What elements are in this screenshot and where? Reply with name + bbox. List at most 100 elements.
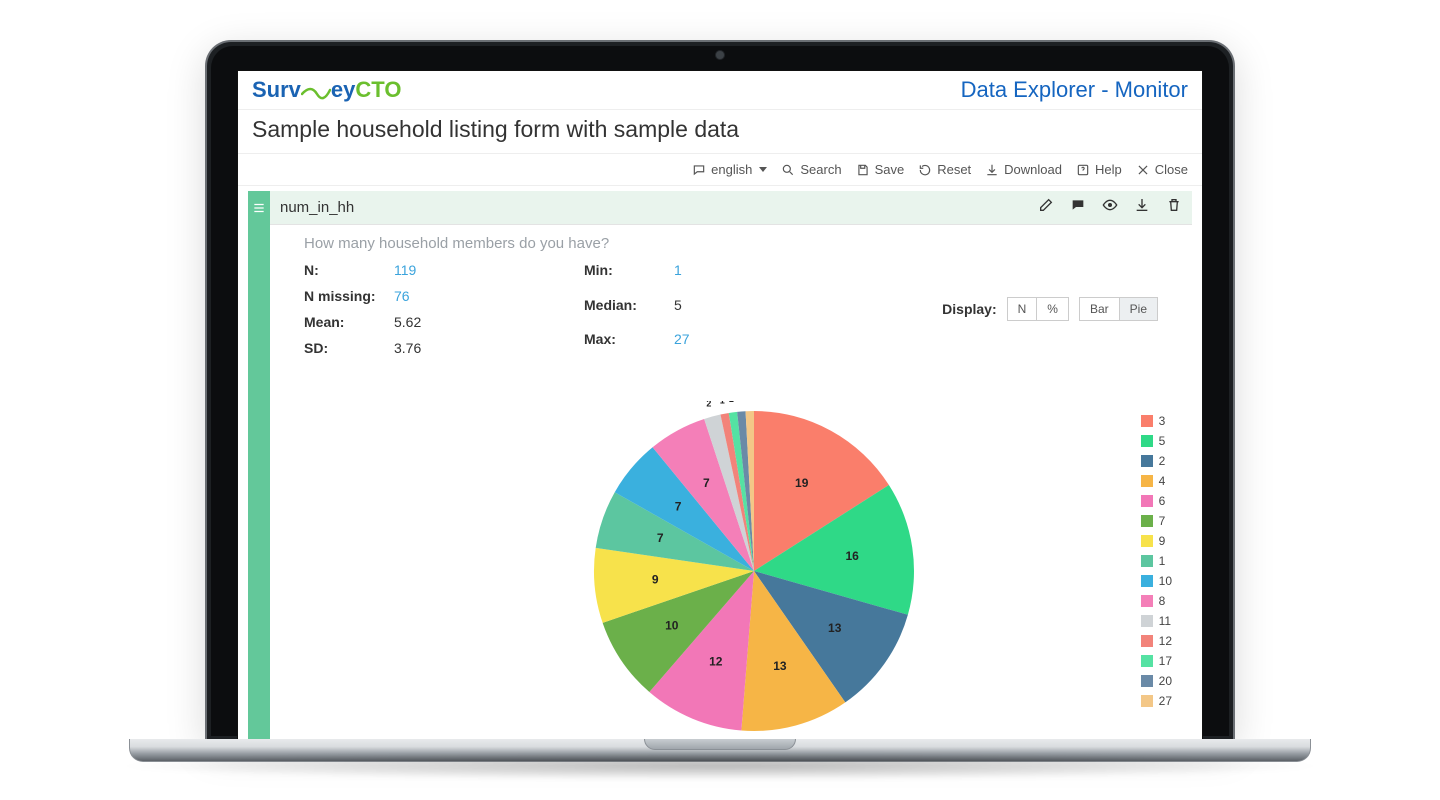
- pie-slice-label: 1: [747, 401, 752, 403]
- reset-label: Reset: [937, 162, 971, 177]
- save-icon: [856, 163, 870, 177]
- legend-swatch: [1141, 495, 1153, 507]
- stat-sd-label: SD:: [304, 340, 394, 356]
- legend-swatch: [1141, 595, 1153, 607]
- display-control: Display: N % Bar Pie: [942, 262, 1158, 356]
- download-button[interactable]: Download: [985, 162, 1062, 177]
- stat-max-value[interactable]: 27: [674, 331, 744, 356]
- legend-item[interactable]: 1: [1141, 551, 1172, 571]
- pie-slice-label: 7: [703, 476, 710, 490]
- comment-button[interactable]: [1070, 197, 1086, 218]
- display-pct-button[interactable]: %: [1037, 297, 1069, 321]
- stats-right: Min: 1 Median: 5 Max: 27: [584, 262, 744, 356]
- save-label: Save: [875, 162, 905, 177]
- save-button[interactable]: Save: [856, 162, 905, 177]
- stat-median-value: 5: [674, 297, 744, 322]
- stat-nmissing-value[interactable]: 76: [394, 288, 464, 304]
- help-icon: [1076, 163, 1090, 177]
- pie-slice-label: 1: [729, 401, 734, 404]
- legend-label: 7: [1159, 511, 1166, 531]
- pie-slice-label: 1: [720, 401, 725, 406]
- legend-label: 5: [1159, 431, 1166, 451]
- stat-median-label: Median:: [584, 297, 674, 322]
- legend-item[interactable]: 6: [1141, 491, 1172, 511]
- edit-button[interactable]: [1038, 197, 1054, 218]
- brand-cto: CTO: [355, 77, 401, 102]
- legend-label: 12: [1159, 631, 1172, 651]
- toolbar: english Search Save Reset Downloa: [238, 154, 1202, 186]
- comment-icon: [1070, 197, 1086, 213]
- legend-label: 8: [1159, 591, 1166, 611]
- sub-bar: Sample household listing form with sampl…: [238, 110, 1202, 154]
- help-button[interactable]: Help: [1076, 162, 1122, 177]
- field-download-button[interactable]: [1134, 197, 1150, 218]
- display-pie-button[interactable]: Pie: [1120, 297, 1158, 321]
- field-sidebar-handle[interactable]: [248, 191, 270, 739]
- legend-label: 6: [1159, 491, 1166, 511]
- language-dropdown[interactable]: english: [692, 162, 767, 177]
- legend-item[interactable]: 5: [1141, 431, 1172, 451]
- page-title: Data Explorer - Monitor: [961, 77, 1188, 103]
- legend-swatch: [1141, 575, 1153, 587]
- display-label: Display:: [942, 301, 996, 317]
- pie-slice-label: 13: [773, 659, 787, 673]
- legend-label: 17: [1159, 651, 1172, 671]
- legend-item[interactable]: 3: [1141, 411, 1172, 431]
- legend-swatch: [1141, 515, 1153, 527]
- legend-swatch: [1141, 555, 1153, 567]
- display-n-button[interactable]: N: [1007, 297, 1038, 321]
- legend-item[interactable]: 20: [1141, 671, 1172, 691]
- close-label: Close: [1155, 162, 1188, 177]
- pie-slice-label: 7: [657, 531, 664, 545]
- legend-swatch: [1141, 535, 1153, 547]
- stat-min-value[interactable]: 1: [674, 262, 744, 287]
- legend-label: 9: [1159, 531, 1166, 551]
- reset-icon: [918, 163, 932, 177]
- visibility-button[interactable]: [1102, 197, 1118, 218]
- legend-swatch: [1141, 615, 1153, 627]
- field-header: num_in_hh: [270, 191, 1192, 225]
- menu-icon: [252, 201, 266, 215]
- download-label: Download: [1004, 162, 1062, 177]
- form-title: Sample household listing form with sampl…: [252, 116, 1188, 143]
- brand-logo: Surv eyCTO: [252, 77, 401, 103]
- pie-slice-label: 9: [652, 572, 659, 586]
- legend-item[interactable]: 8: [1141, 591, 1172, 611]
- field-question: How many household members do you have?: [270, 225, 1192, 262]
- language-label: english: [711, 162, 752, 177]
- top-bar: Surv eyCTO Data Explorer - Monitor: [238, 71, 1202, 110]
- edit-icon: [1038, 197, 1054, 213]
- speech-icon: [692, 163, 706, 177]
- legend-item[interactable]: 7: [1141, 511, 1172, 531]
- pie-slice-label: 16: [845, 549, 859, 563]
- stat-n-value[interactable]: 119: [394, 262, 464, 278]
- legend-item[interactable]: 10: [1141, 571, 1172, 591]
- stat-mean-label: Mean:: [304, 314, 394, 330]
- stat-min-label: Min:: [584, 262, 674, 287]
- legend-label: 4: [1159, 471, 1166, 491]
- search-icon: [781, 163, 795, 177]
- legend-item[interactable]: 12: [1141, 631, 1172, 651]
- stat-sd-value: 3.76: [394, 340, 464, 356]
- delete-button[interactable]: [1166, 197, 1182, 218]
- legend-item[interactable]: 27: [1141, 691, 1172, 711]
- legend-item[interactable]: 9: [1141, 531, 1172, 551]
- stat-n-label: N:: [304, 262, 394, 278]
- download-icon: [1134, 197, 1150, 213]
- trash-icon: [1166, 197, 1182, 213]
- legend-item[interactable]: 11: [1141, 611, 1172, 631]
- eye-icon: [1102, 197, 1118, 213]
- close-icon: [1136, 163, 1150, 177]
- close-button[interactable]: Close: [1136, 162, 1188, 177]
- legend-item[interactable]: 4: [1141, 471, 1172, 491]
- reset-button[interactable]: Reset: [918, 162, 971, 177]
- legend-item[interactable]: 17: [1141, 651, 1172, 671]
- display-bar-button[interactable]: Bar: [1079, 297, 1120, 321]
- search-button[interactable]: Search: [781, 162, 841, 177]
- pie-slice-label: 10: [665, 619, 679, 633]
- legend-item[interactable]: 2: [1141, 451, 1172, 471]
- legend-swatch: [1141, 635, 1153, 647]
- download-icon: [985, 163, 999, 177]
- legend-swatch: [1141, 415, 1153, 427]
- stat-mean-value: 5.62: [394, 314, 464, 330]
